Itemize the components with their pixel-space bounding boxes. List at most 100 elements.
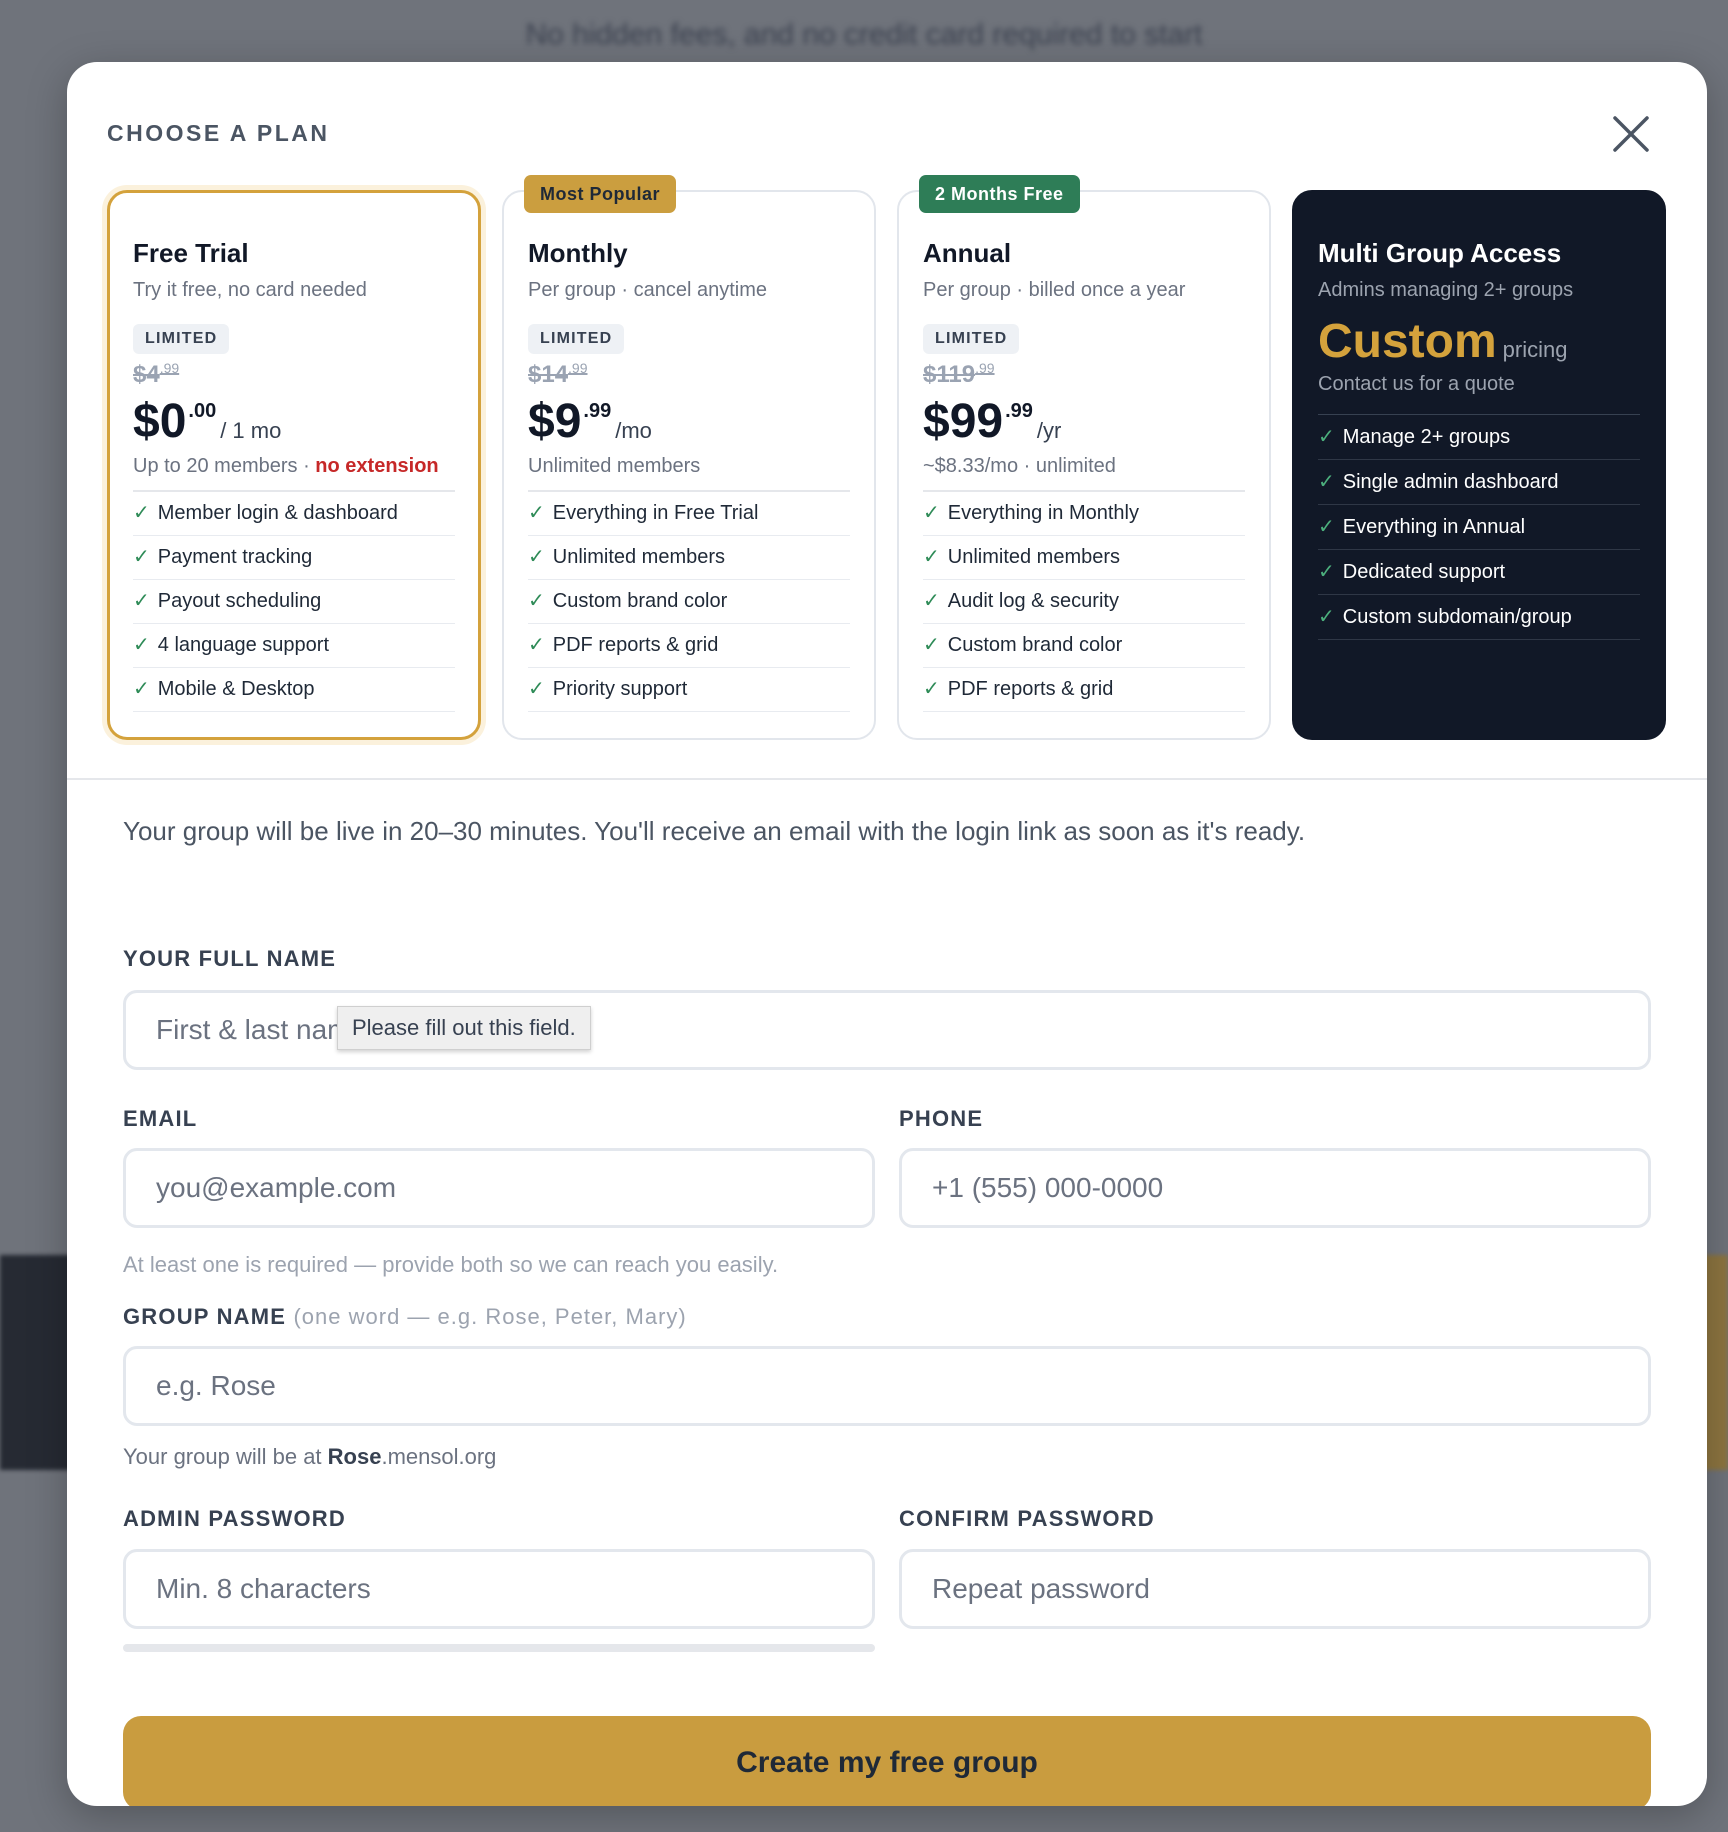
background-hint: No hidden fees, and no credit card requi… — [525, 18, 1203, 51]
form-intro: Your group will be live in 20–30 minutes… — [123, 816, 1306, 846]
limited-badge: LIMITED — [133, 324, 230, 354]
modal-title: CHOOSE A PLAN — [107, 120, 330, 146]
feature-item: ✓ Unlimited members — [528, 536, 850, 580]
plan-name: Monthly — [528, 238, 628, 268]
plan-subtitle: Try it free, no card needed — [133, 279, 367, 301]
plan-subtitle: Admins managing 2+ groups — [1318, 279, 1574, 301]
feature-list: ✓ Manage 2+ groups ✓ Single admin dashboar… — [1318, 414, 1640, 640]
check-icon: ✓ — [923, 590, 940, 612]
plan-card-monthly[interactable]: Most Popular Monthly Per group · cancel … — [502, 175, 876, 740]
old-price: $4.99 — [133, 360, 180, 388]
email-field[interactable] — [123, 1148, 875, 1228]
feature-item: ✓ Priority support — [528, 668, 850, 712]
contact-helper: At least one is required — provide both … — [123, 1252, 779, 1277]
plan-subtitle: Per group · cancel anytime — [528, 279, 768, 301]
price-main: $9 — [528, 395, 582, 448]
feature-item: ✓ PDF reports & grid — [923, 668, 1245, 712]
price: $9 .99 /mo — [528, 396, 850, 448]
close-icon[interactable] — [1611, 114, 1651, 154]
feature-item: ✓ Custom brand color — [923, 624, 1245, 668]
plan-name: Free Trial — [133, 238, 249, 268]
plan-card-multi-group[interactable]: Multi Group Access Admins managing 2+ gr… — [1292, 190, 1666, 740]
feature-item: ✓ Payment tracking — [133, 536, 455, 580]
price-cents: .99 — [1005, 400, 1033, 422]
plan-subtitle: Per group · billed once a year — [923, 279, 1186, 301]
limited-badge: LIMITED — [528, 324, 625, 354]
group-url-name: Rose — [327, 1444, 382, 1469]
custom-word: Custom — [1318, 315, 1497, 368]
group-name-label: GROUP NAME (one word — e.g. Rose, Peter,… — [123, 1304, 687, 1329]
feature-item: ✓ Payout scheduling — [133, 580, 455, 624]
check-icon: ✓ — [1318, 606, 1335, 628]
check-icon: ✓ — [133, 590, 150, 612]
check-icon: ✓ — [923, 634, 940, 656]
full-name-label: YOUR FULL NAME — [123, 946, 337, 971]
plan-name: Multi Group Access — [1318, 238, 1562, 268]
validation-tooltip: Please fill out this field. — [337, 1006, 591, 1050]
create-group-button[interactable]: Create my free group — [123, 1716, 1651, 1806]
custom-suffix: pricing — [1502, 337, 1568, 362]
price-note: Up to 20 members · no extension — [133, 455, 439, 477]
old-price: $119.99 — [923, 360, 995, 388]
feature-list: ✓ Everything in Monthly ✓ Unlimited member… — [923, 490, 1245, 712]
old-price: $14.99 — [528, 360, 588, 388]
custom-pricing: Custom pricing — [1318, 314, 1640, 369]
phone-label: PHONE — [899, 1106, 984, 1131]
feature-item: ✓ Member login & dashboard — [133, 492, 455, 536]
price-period: /mo — [615, 418, 652, 443]
price: $99 .99 /yr — [923, 396, 1245, 448]
feature-item: ✓ Single admin dashboard — [1318, 460, 1640, 505]
most-popular-badge: Most Popular — [524, 175, 677, 213]
price-main: $0 — [133, 395, 187, 448]
check-icon: ✓ — [1318, 561, 1335, 583]
plan-name: Annual — [923, 238, 1012, 268]
check-icon: ✓ — [528, 546, 545, 568]
check-icon: ✓ — [528, 502, 545, 524]
plan-card-free-trial[interactable]: Free Trial Try it free, no card needed L… — [107, 190, 481, 740]
check-icon: ✓ — [528, 678, 545, 700]
contact-text: Contact us for a quote — [1318, 373, 1515, 395]
price-cents: .99 — [583, 400, 612, 422]
price-note: Unlimited members — [528, 455, 701, 477]
feature-item: ✓ Everything in Annual — [1318, 505, 1640, 550]
price-cents: .00 — [188, 400, 217, 422]
feature-list: ✓ Member login & dashboard ✓ Payment track… — [133, 490, 455, 712]
feature-item: ✓ Mobile & Desktop — [133, 668, 455, 712]
group-name-input[interactable] — [123, 1346, 1651, 1426]
feature-item: ✓ PDF reports & grid — [528, 624, 850, 668]
feature-item: ✓ Manage 2+ groups — [1318, 415, 1640, 460]
feature-item: ✓ Custom subdomain/group — [1318, 595, 1640, 640]
price-main: $99 — [923, 395, 1004, 448]
confirm-password-field[interactable] — [899, 1549, 1651, 1629]
check-icon: ✓ — [923, 678, 940, 700]
email-label: EMAIL — [123, 1106, 198, 1131]
feature-item: ✓ Dedicated support — [1318, 550, 1640, 595]
months-free-badge: 2 Months Free — [919, 175, 1080, 213]
price: $0 .00 / 1 mo — [133, 396, 455, 448]
check-icon: ✓ — [528, 634, 545, 656]
section-divider — [67, 778, 1707, 780]
feature-item: ✓ 4 language support — [133, 624, 455, 668]
admin-password-field[interactable] — [123, 1549, 875, 1629]
confirm-password-label: CONFIRM PASSWORD — [899, 1506, 1155, 1531]
check-icon: ✓ — [133, 502, 150, 524]
admin-password-label: ADMIN PASSWORD — [123, 1506, 346, 1531]
check-icon: ✓ — [528, 590, 545, 612]
price-period: / 1 mo — [220, 418, 282, 443]
check-icon: ✓ — [923, 502, 940, 524]
plan-card-annual[interactable]: 2 Months Free Annual Per group · billed … — [897, 175, 1271, 740]
feature-list: ✓ Everything in Free Trial ✓ Unlimited mem… — [528, 490, 850, 712]
plan-cards: Free Trial Try it free, no card needed L… — [107, 175, 1668, 740]
feature-item: ✓ Audit log & security — [923, 580, 1245, 624]
phone-field[interactable] — [899, 1148, 1651, 1228]
price-note: ~$8.33/mo · unlimited — [923, 455, 1116, 477]
price-period: /yr — [1036, 418, 1062, 443]
check-icon: ✓ — [1318, 471, 1335, 493]
feature-item: ✓ Everything in Monthly — [923, 492, 1245, 536]
check-icon: ✓ — [133, 634, 150, 656]
group-name-hint: (one word — e.g. Rose, Peter, Mary) — [293, 1304, 687, 1329]
check-icon: ✓ — [133, 678, 150, 700]
check-icon: ✓ — [923, 546, 940, 568]
password-strength-bar — [123, 1644, 875, 1652]
check-icon: ✓ — [1318, 516, 1335, 538]
